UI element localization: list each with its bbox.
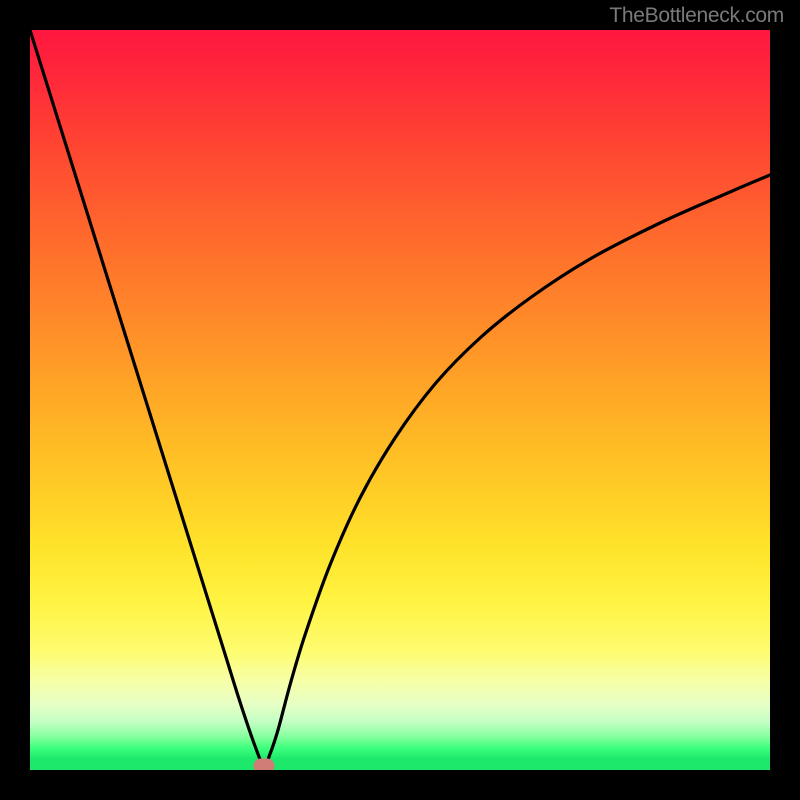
chart-frame: TheBottleneck.com: [0, 0, 800, 800]
bottleneck-curve: [30, 30, 770, 770]
minimum-marker: [254, 759, 275, 771]
plot-area: [30, 30, 770, 770]
attribution-label: TheBottleneck.com: [609, 4, 784, 28]
